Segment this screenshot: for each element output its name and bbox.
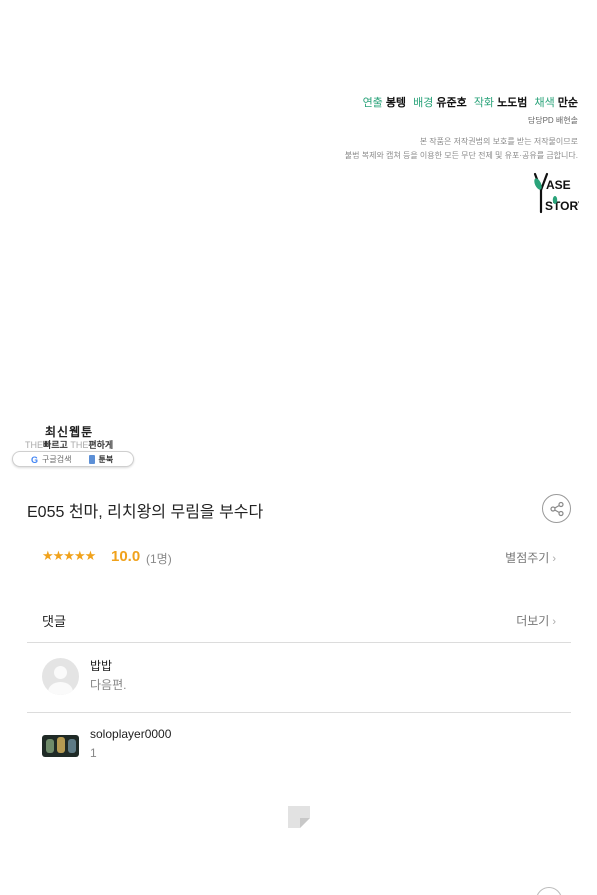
scroll-top-button[interactable]: [536, 887, 562, 895]
avatar-figure: [46, 739, 54, 753]
comments-title: 댓글: [42, 614, 66, 629]
credit-role: 연출: [362, 97, 383, 109]
credit-role: 작화: [473, 97, 495, 109]
comment-text: 다음편.: [90, 678, 127, 692]
share-icon: [549, 501, 564, 516]
ad-search-pill[interactable]: G 구글검색 툰북: [12, 451, 134, 467]
copyright-notice-line: 본 작품은 저작권법의 보호를 받는 저작물이므로: [419, 137, 578, 146]
ad-the-text: THE: [25, 440, 43, 450]
chevron-right-icon: ›: [552, 553, 556, 565]
comment-item: 밥밥 다음편.: [27, 643, 571, 713]
ad-badge[interactable]: 최신웹툰 THE빠르고 THE편하게 G 구글검색 툰북: [12, 421, 134, 468]
avatar[interactable]: [42, 658, 79, 695]
book-icon: [89, 454, 96, 464]
rating-row: ★★★★★ 10.0 (1명) 별점주기 ›: [42, 547, 556, 567]
credit-role: 배경: [413, 97, 434, 109]
comment-author[interactable]: soloplayer0000: [90, 727, 171, 741]
avatar-figure: [68, 739, 76, 753]
credit-role: 채색: [534, 97, 555, 109]
comments-header: 댓글 더보기 ›: [27, 605, 571, 643]
ad-subtitle: THE빠르고 THE편하게: [25, 438, 113, 451]
episode-title: E055 천마, 리치왕의 무림을 부수다: [27, 504, 264, 521]
ad-fast-text: 빠르고: [43, 440, 68, 450]
credits-line: 연출 봉텡 배경 유준호 작화 노도범 채색 만순: [345, 94, 578, 110]
google-search-label: 구글검색: [42, 454, 72, 464]
svg-text:STORY: STORY: [545, 199, 579, 213]
copyright-notice-line: 불법 복제와 캡쳐 등을 이용한 모든 무단 전제 및 유포·공유를 금합니다.: [344, 151, 578, 160]
share-button[interactable]: [542, 494, 571, 523]
avatar-placeholder-head: [54, 666, 67, 679]
more-button-label: 더보기: [516, 614, 550, 628]
comments-more-button[interactable]: 더보기 ›: [516, 612, 556, 629]
rating-stars: ★★★★★: [42, 548, 96, 563]
pd-credit: 담당PD 배현솔: [527, 116, 578, 125]
avatar[interactable]: [42, 735, 79, 757]
comment-item: soloplayer0000 1: [27, 713, 571, 783]
google-icon: G: [31, 455, 39, 465]
credit-name: 만순: [557, 97, 578, 109]
avatar-placeholder-body: [48, 682, 73, 695]
rate-button[interactable]: 별점주기 ›: [505, 549, 556, 566]
toonbook-label: 툰북: [89, 454, 113, 465]
credit-name: 노도범: [497, 97, 528, 109]
ad-easy-text: 편하게: [88, 440, 114, 450]
rating-score: 10.0: [111, 548, 141, 565]
ad-the-text: THE: [70, 440, 89, 450]
avatar-figure: [57, 737, 65, 753]
loading-placeholder-icon: [288, 806, 310, 828]
chevron-right-icon: ›: [552, 616, 556, 628]
credit-name: 봉텡: [385, 97, 407, 109]
toonbook-text: 툰북: [98, 454, 114, 464]
credit-name: 유준호: [436, 97, 467, 109]
base-story-logo: ASE STORY: [533, 172, 579, 214]
rating-count: (1명): [146, 552, 172, 566]
copyright-notice: 본 작품은 저작권법의 보호를 받는 저작물이므로 불법 복제와 캡쳐 등을 이…: [345, 135, 578, 163]
rate-button-label: 별점주기: [505, 551, 550, 565]
svg-text:ASE: ASE: [546, 178, 571, 192]
comment-author[interactable]: 밥밥: [90, 657, 112, 674]
credits-block: 연출 봉텡 배경 유준호 작화 노도범 채색 만순 담당PD 배현솔 본 작품은 저작권…: [345, 94, 578, 163]
comment-text: 1: [90, 746, 97, 760]
